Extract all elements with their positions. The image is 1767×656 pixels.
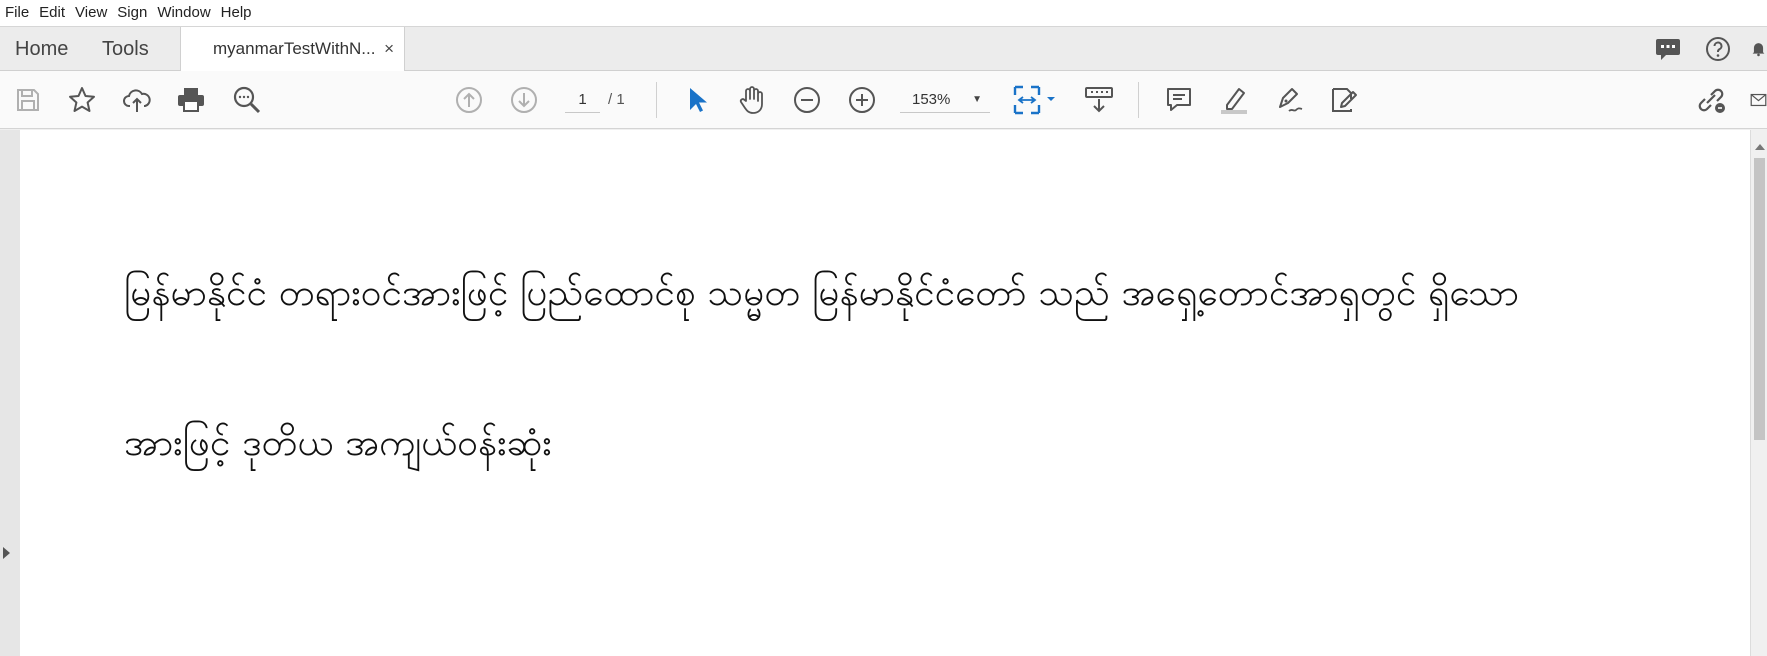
toolbar-separator (1138, 82, 1139, 118)
toolbar-separator (656, 82, 657, 118)
menu-help[interactable]: Help (216, 0, 257, 26)
document-text-line-1: မြန်မာနိုင်ငံ တရားဝင်အားဖြင့် ပြည်ထောင်စ… (124, 271, 1519, 314)
menu-window[interactable]: Window (152, 0, 215, 26)
star-icon[interactable] (66, 84, 98, 116)
select-cursor-icon[interactable] (681, 84, 713, 116)
page-number-input[interactable]: 1 (565, 87, 600, 113)
expand-panel-icon[interactable] (3, 547, 10, 559)
tab-bar: Home Tools myanmarTestWithN... × (0, 26, 1767, 72)
fit-page-icon[interactable] (1013, 84, 1061, 116)
cloud-upload-icon[interactable] (121, 84, 153, 116)
page-total: / 1 (608, 91, 625, 108)
zoom-out-icon[interactable] (791, 84, 823, 116)
hand-icon[interactable] (736, 84, 768, 116)
tab-home[interactable]: Home (15, 27, 68, 71)
sign-icon[interactable] (1273, 84, 1305, 116)
document-tab-title: myanmarTestWithN... (213, 39, 376, 58)
menu-sign[interactable]: Sign (112, 0, 152, 26)
comment-icon[interactable] (1163, 84, 1195, 116)
bell-icon[interactable] (1750, 34, 1767, 64)
tab-tools[interactable]: Tools (102, 27, 149, 71)
toolbar: 1 / 1 153% ▼ (0, 71, 1767, 129)
scrollbar-thumb[interactable] (1754, 158, 1765, 440)
scroll-mode-icon[interactable] (1083, 84, 1115, 116)
save-icon[interactable] (12, 84, 44, 116)
left-panel-strip (0, 130, 20, 656)
search-zoom-icon[interactable] (231, 84, 263, 116)
print-icon[interactable] (175, 84, 207, 116)
close-tab-icon[interactable]: × (384, 27, 394, 71)
zoom-level-value: 153% (912, 91, 951, 108)
document-text-line-2: အားဖြင့် ဒုတိယ အကျယ်ဝန်းဆုံး (124, 421, 552, 464)
menu-file[interactable]: File (0, 0, 34, 26)
highlight-icon[interactable] (1218, 84, 1250, 116)
menu-bar: File Edit View Sign Window Help (0, 0, 1767, 26)
help-icon[interactable] (1703, 34, 1733, 64)
page-down-icon[interactable] (508, 84, 540, 116)
edit-form-icon[interactable] (1328, 84, 1360, 116)
menu-edit[interactable]: Edit (34, 0, 70, 26)
pdf-page: မြန်မာနိုင်ငံ တရားဝင်အားဖြင့် ပြည်ထောင်စ… (20, 130, 1750, 656)
comment-bubble-icon[interactable] (1653, 34, 1683, 64)
scroll-up-icon[interactable] (1755, 144, 1765, 150)
menu-view[interactable]: View (70, 0, 112, 26)
zoom-in-icon[interactable] (846, 84, 878, 116)
document-viewport[interactable]: မြန်မာနိုင်ငံ တရားဝင်အားဖြင့် ပြည်ထောင်စ… (0, 130, 1767, 656)
chevron-down-icon: ▼ (972, 94, 982, 105)
share-link-icon[interactable] (1695, 84, 1727, 116)
vertical-scrollbar[interactable] (1750, 130, 1767, 656)
page-up-icon[interactable] (453, 84, 485, 116)
zoom-level-select[interactable]: 153% ▼ (900, 87, 990, 113)
email-icon[interactable] (1750, 84, 1767, 116)
tab-document[interactable]: myanmarTestWithN... × (180, 27, 405, 72)
